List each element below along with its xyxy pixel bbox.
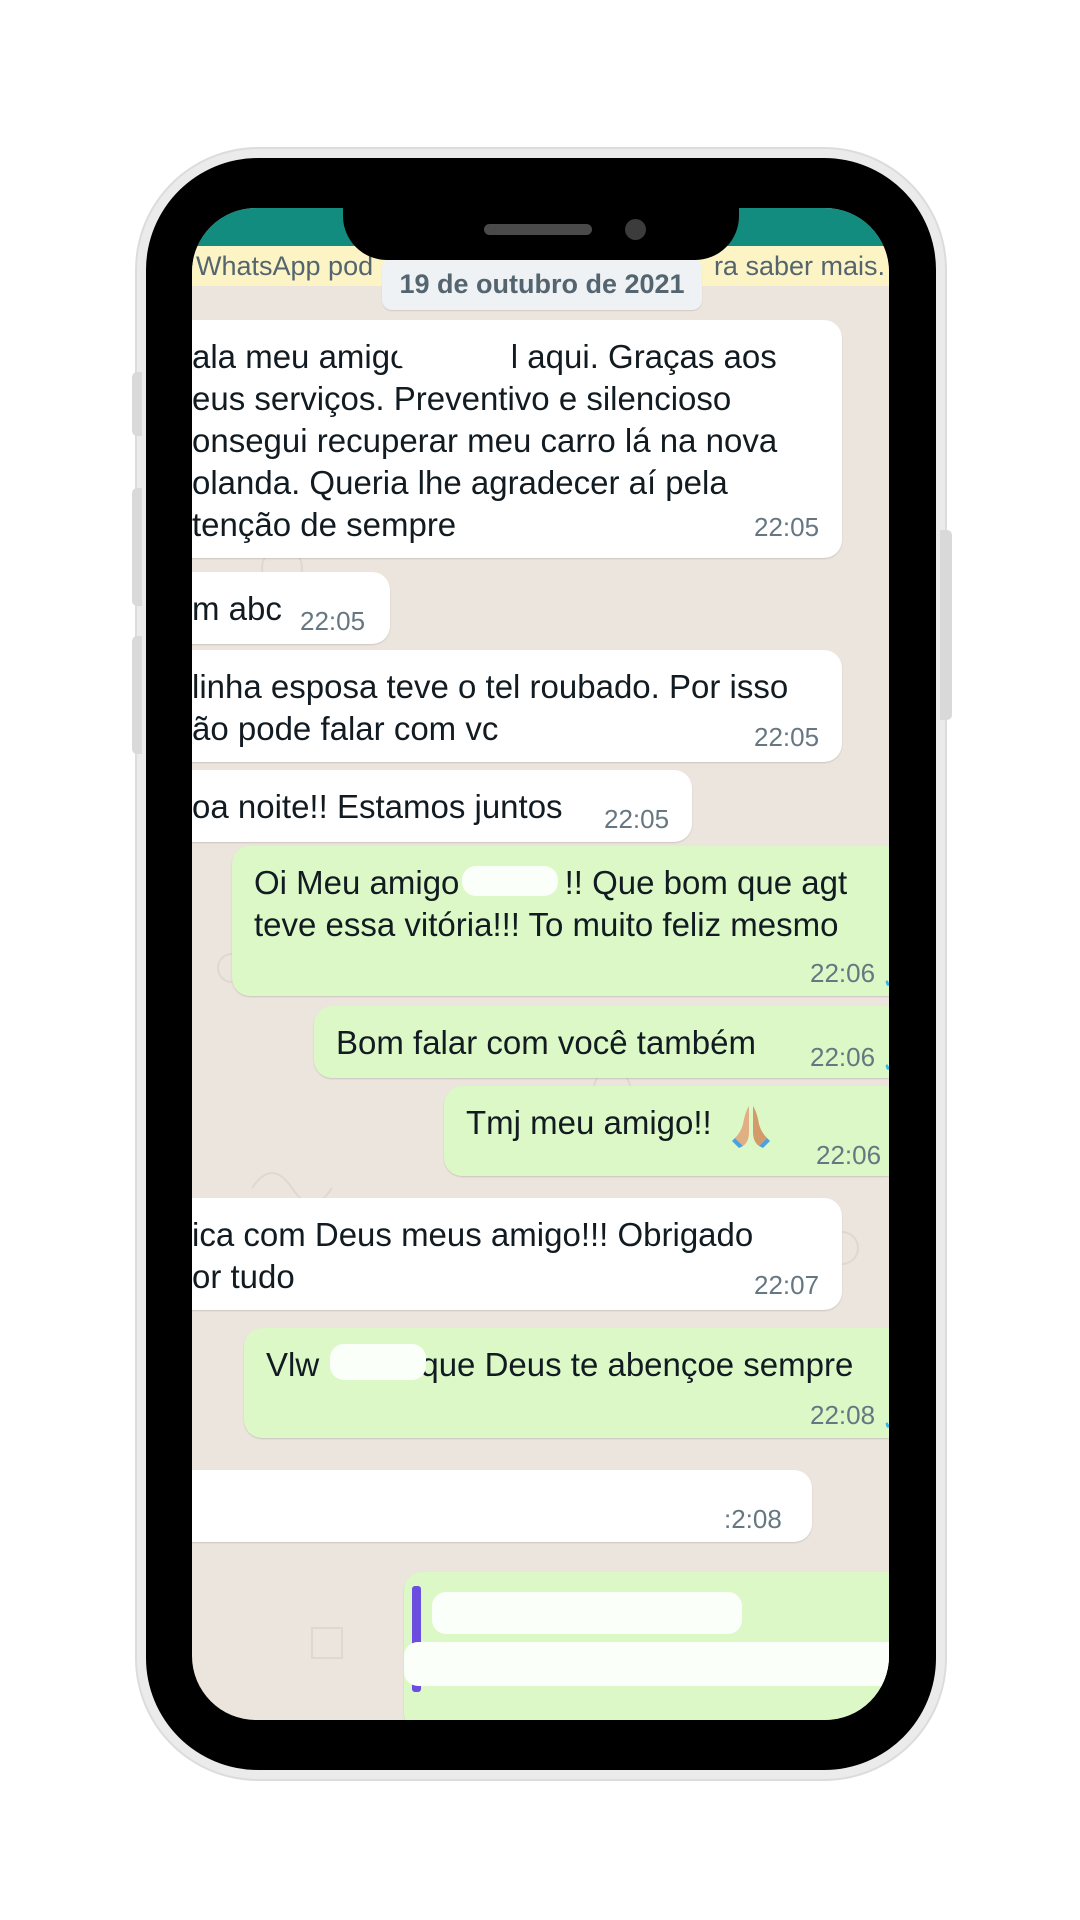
encryption-notice-end: ra saber mais. xyxy=(713,251,885,281)
message-text-line: Oi Meu amigo !! Que bom que agt xyxy=(254,864,848,901)
mute-switch xyxy=(132,372,142,436)
chat-screen: WhatsApp pod ra saber mais. 19 de outubr… xyxy=(192,208,889,1720)
message-timestamp: 22:05 xyxy=(754,512,820,542)
message-timestamp: 22:05 xyxy=(300,606,366,636)
redacted-quote-text xyxy=(404,1642,889,1686)
message-bubble-outgoing[interactable]: Bom falar com você também 22:06 ✓✓ xyxy=(314,1006,889,1078)
message-bubble-outgoing[interactable]: Oi Meu amigo !! Que bom que agt teve ess… xyxy=(232,846,889,996)
redacted-message xyxy=(192,1484,662,1524)
phone-frame: WhatsApp pod ra saber mais. 19 de outubr… xyxy=(132,158,952,1770)
read-receipt-icon: ✓✓ xyxy=(882,1044,889,1078)
message-text-line: linha esposa teve o tel roubado. Por iss… xyxy=(192,668,789,705)
message-timestamp: 22:06 xyxy=(810,958,876,988)
redacted-name xyxy=(462,866,558,896)
message-bubble-outgoing-reply[interactable] xyxy=(404,1572,889,1720)
read-receipt-icon: ✓✓ xyxy=(888,1142,889,1176)
message-text-line: ica com Deus meus amigo!!! Obrigado xyxy=(192,1216,754,1253)
message-bubble-incoming[interactable]: linha esposa teve o tel roubado. Por iss… xyxy=(192,650,842,762)
front-camera xyxy=(625,219,646,240)
message-timestamp: 22:06 xyxy=(816,1140,882,1170)
message-text-line: tenção de sempre xyxy=(192,506,457,543)
message-text-line: ala meu amigo. l aqui. Graças aos xyxy=(192,338,777,375)
encryption-notice-start: WhatsApp pod xyxy=(196,251,374,281)
message-bubble-incoming[interactable]: oa noite!! Estamos juntos 22:05 xyxy=(192,770,692,842)
message-timestamp: :2:08 xyxy=(724,1504,782,1534)
message-timestamp: 22:05 xyxy=(604,804,670,834)
redacted-quote-author xyxy=(432,1592,742,1634)
message-text-line: onsegui recuperar meu carro lá na nova xyxy=(192,422,778,459)
power-button xyxy=(940,530,952,720)
message-bubble-incoming[interactable]: m abc 22:05 xyxy=(192,572,390,644)
message-text: Bom falar com você também xyxy=(336,1024,756,1061)
read-receipt-icon: ✓✓ xyxy=(882,1402,889,1438)
speaker-grille xyxy=(484,224,592,235)
volume-up-button xyxy=(132,488,142,606)
folded-hands-icon xyxy=(731,1106,770,1149)
read-receipt-icon: ✓✓ xyxy=(882,960,889,996)
message-bubble-incoming[interactable]: ica com Deus meus amigo!!! Obrigado or t… xyxy=(192,1198,842,1310)
date-separator: 19 de outubro de 2021 xyxy=(382,258,702,310)
volume-down-button xyxy=(132,636,142,754)
message-timestamp: 22:05 xyxy=(754,722,820,752)
message-bubble-outgoing[interactable]: Vlw que Deus te abençoe sempre 22:08 ✓✓ xyxy=(244,1328,889,1438)
message-timestamp: 22:08 xyxy=(810,1400,876,1430)
message-bubble-outgoing[interactable]: Tmj meu amigo!! 22:06 ✓✓ xyxy=(444,1086,889,1176)
message-bubble-incoming[interactable]: :2:08 xyxy=(192,1470,812,1542)
message-text-line: eus serviços. Preventivo e silencioso xyxy=(192,380,732,417)
message-text-line: ão pode falar com vc xyxy=(192,710,499,747)
redacted-name xyxy=(397,340,481,370)
message-text-line: or tudo xyxy=(192,1258,295,1295)
redacted-name xyxy=(330,1344,426,1380)
message-bubble-incoming[interactable]: ala meu amigo. l aqui. Graças aos eus se… xyxy=(192,320,842,558)
message-text-line: teve essa vitória!!! To muito feliz mesm… xyxy=(254,906,839,943)
message-timestamp: 22:06 xyxy=(810,1042,876,1072)
phone-notch xyxy=(343,208,739,260)
message-text-line: olanda. Queria lhe agradecer aí pela xyxy=(192,464,728,501)
message-timestamp: 22:07 xyxy=(754,1270,820,1300)
